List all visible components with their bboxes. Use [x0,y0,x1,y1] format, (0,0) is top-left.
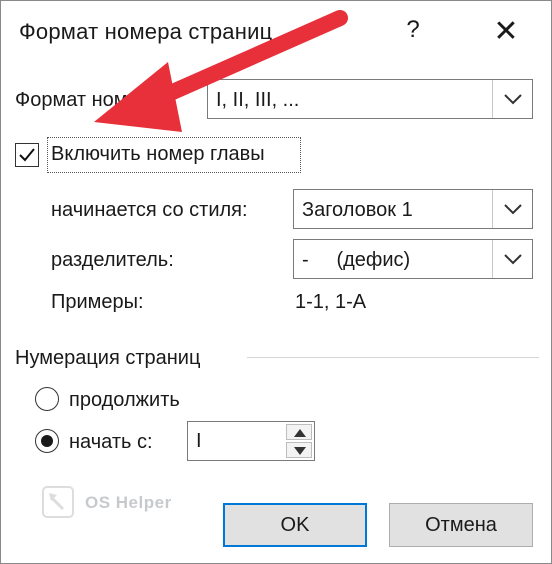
chapter-style-value: Заголовок 1 [302,199,413,221]
close-button[interactable]: ✕ [489,15,523,49]
chapter-style-select[interactable]: Заголовок 1 [293,189,533,229]
chapter-style-dropdown-button[interactable] [492,190,532,228]
radio-selected-dot [40,434,53,447]
continue-label[interactable]: продолжить [69,389,180,412]
chevron-down-icon [504,204,522,215]
dialog-title: Формат номера страниц [19,19,273,44]
separator-select[interactable]: - (дефис) [293,239,533,279]
ok-button[interactable]: OK [223,503,367,547]
chevron-down-icon [504,94,522,105]
start-at-value[interactable]: I [196,430,202,453]
help-button[interactable]: ? [399,15,427,45]
number-format-value: I, II, III, ... [216,89,300,111]
spinner-buttons [286,424,312,458]
include-chapter-checkbox[interactable] [15,143,39,167]
start-at-radio[interactable] [35,429,59,453]
separator-value: - (дефис) [302,249,411,271]
number-format-dropdown-button[interactable] [492,80,532,118]
chevron-down-icon [504,254,522,265]
examples-label: Примеры: [51,291,144,313]
title-bar: Формат номера страниц ? ✕ [1,1,551,65]
include-chapter-label[interactable]: Включить номер главы [51,143,265,166]
start-at-spinner[interactable]: I [187,421,315,461]
page-numbering-group-label: Нумерация страниц [15,347,201,369]
watermark-logo-icon [42,486,74,518]
page-number-format-dialog: Формат номера страниц ? ✕ Формат номера:… [0,0,552,564]
spin-up-button[interactable] [286,424,312,440]
group-divider [247,357,539,358]
examples-value: 1-1, 1-A [295,291,367,313]
cancel-button[interactable]: Отмена [389,503,533,547]
number-format-label: Формат номера: [15,89,167,111]
caret-down-icon [294,447,306,455]
continue-radio[interactable] [35,387,59,411]
number-format-select[interactable]: I, II, III, ... [207,79,533,119]
spin-down-button[interactable] [286,442,312,458]
watermark-text: OS Helper [85,493,172,512]
separator-dropdown-button[interactable] [492,240,532,278]
separator-label: разделитель: [51,249,174,271]
checkmark-icon [19,148,35,162]
caret-up-icon [294,429,306,437]
chapter-style-label: начинается со стиля: [51,199,248,221]
start-at-label[interactable]: начать с: [69,431,153,454]
